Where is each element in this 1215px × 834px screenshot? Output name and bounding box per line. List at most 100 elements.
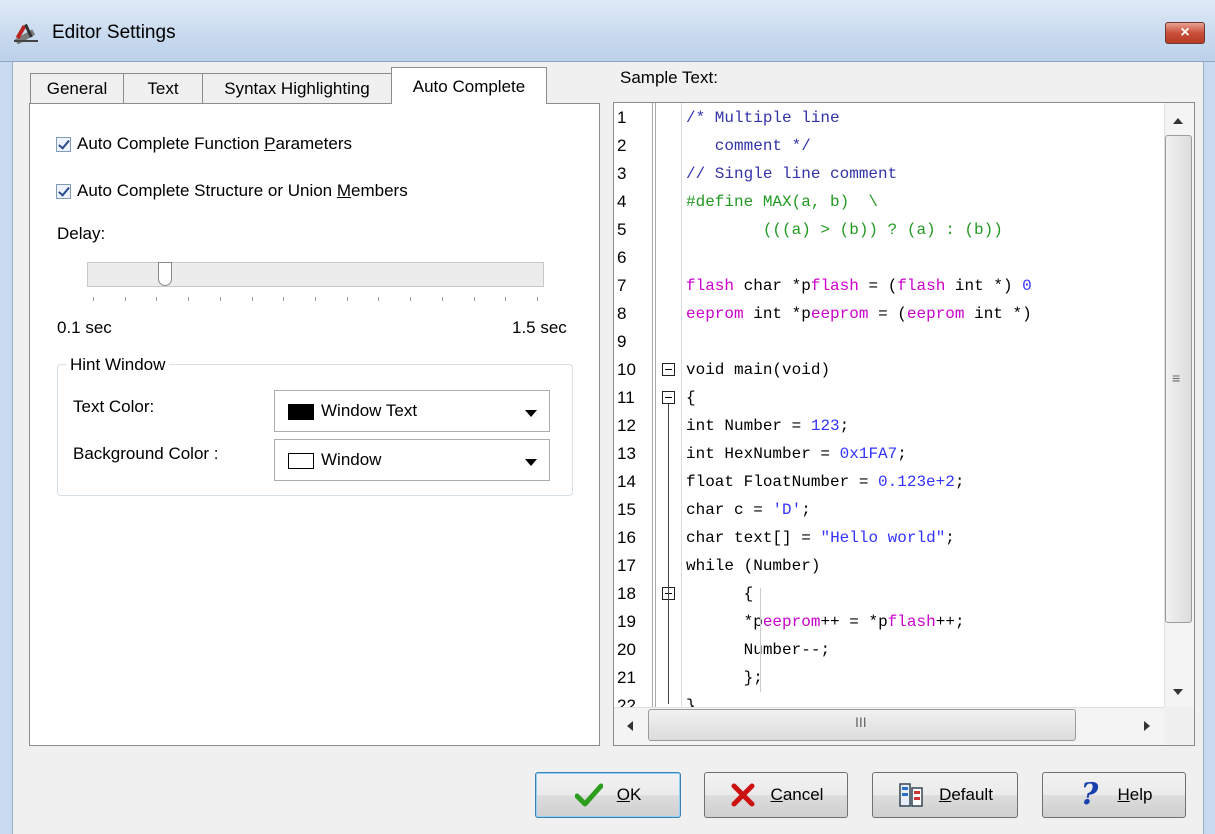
line-number: 21 xyxy=(617,668,636,687)
fold-margin-divider xyxy=(681,103,682,707)
slider-tick xyxy=(283,297,285,301)
close-icon: × xyxy=(1180,24,1190,41)
checkbox-box[interactable] xyxy=(56,136,71,152)
code-line: eeprom int *peeprom = (eeprom int *) xyxy=(686,305,1032,323)
delay-min-label: 0.1 sec xyxy=(57,318,112,337)
gutter-divider xyxy=(655,103,656,707)
code-line: int HexNumber = 0x1FA7; xyxy=(686,445,907,463)
cancel-button[interactable]: Cancel xyxy=(704,772,848,818)
line-number: 2 xyxy=(617,136,627,155)
text-color-label: Text Color: xyxy=(73,397,155,416)
check-icon xyxy=(574,781,603,809)
gutter-divider xyxy=(652,103,653,707)
line-number: 13 xyxy=(617,444,636,463)
code-line: }; xyxy=(743,669,763,687)
slider-tick xyxy=(346,297,348,301)
delay-slider-track[interactable] xyxy=(87,262,544,287)
default-settings-icon xyxy=(897,781,925,809)
window-frame-left xyxy=(0,62,13,834)
line-number: 15 xyxy=(617,500,636,519)
delay-slider-thumb[interactable] xyxy=(158,262,173,286)
chevron-down-icon[interactable] xyxy=(525,410,537,417)
slider-tick xyxy=(505,297,507,301)
line-number: 17 xyxy=(617,556,636,575)
slider-tick xyxy=(378,297,380,301)
delay-label: Delay: xyxy=(57,224,106,243)
code-line: { xyxy=(743,585,754,603)
slider-tick xyxy=(156,297,158,301)
line-number: 12 xyxy=(617,416,636,435)
question-mark-icon: ? xyxy=(1080,777,1099,812)
default-button[interactable]: Default xyxy=(872,772,1018,818)
tab-label: Text xyxy=(147,79,179,98)
text-color-value: Window Text xyxy=(321,401,418,420)
scroll-right-icon[interactable] xyxy=(1144,721,1150,731)
scroll-corner xyxy=(1164,707,1194,745)
line-number: 3 xyxy=(617,164,627,183)
line-number: 19 xyxy=(617,612,636,631)
code-line: Number--; xyxy=(686,641,831,659)
line-number: 7 xyxy=(617,276,627,295)
code-line: #define MAX(a, b) \ xyxy=(686,193,879,211)
tab-label: Syntax Highlighting xyxy=(224,79,370,98)
line-number: 18 xyxy=(617,584,636,603)
tab-syntax-highlighting[interactable]: Syntax Highlighting xyxy=(202,73,392,103)
background-color-select[interactable]: Window xyxy=(274,439,550,481)
line-number: 14 xyxy=(617,472,636,491)
fold-collapse-icon[interactable] xyxy=(662,363,675,376)
scroll-left-icon[interactable] xyxy=(627,721,633,731)
code-line: *peeprom++ = *pflash++; xyxy=(743,613,965,631)
checkbox-label: Auto Complete Structure or Union Members xyxy=(77,181,408,200)
cancel-x-icon xyxy=(729,781,757,809)
background-color-label: Background Color : xyxy=(73,444,219,463)
line-number: 4 xyxy=(617,192,627,211)
slider-tick xyxy=(251,297,253,301)
chevron-down-icon[interactable] xyxy=(525,459,537,466)
tab-general[interactable]: General xyxy=(30,73,124,103)
checkbox-label: Auto Complete Function Parameters xyxy=(77,134,352,153)
line-number: 6 xyxy=(617,248,627,267)
fold-guide xyxy=(760,588,761,692)
slider-tick xyxy=(315,297,316,301)
code-line: char text[] = "Hello world"; xyxy=(686,529,955,547)
code-line: // Single line comment xyxy=(686,165,898,183)
code-line: { xyxy=(686,389,696,407)
line-number: 8 xyxy=(617,304,627,323)
fold-guide xyxy=(668,404,669,704)
code-line: while (Number) xyxy=(686,557,821,575)
title-bar xyxy=(0,0,1215,62)
background-color-value: Window xyxy=(321,450,382,469)
slider-tick xyxy=(188,297,190,301)
help-button-label: Help xyxy=(1117,785,1153,804)
fold-collapse-icon[interactable] xyxy=(662,391,675,404)
code-line: (((a) > (b)) ? (a) : (b)) xyxy=(686,221,1003,239)
checkbox-box[interactable] xyxy=(56,183,71,199)
delay-max-label: 1.5 sec xyxy=(512,318,567,337)
slider-tick xyxy=(537,297,538,301)
auto-complete-struct-members-checkbox[interactable]: Auto Complete Structure or Union Members xyxy=(56,179,408,203)
slider-tick xyxy=(124,297,126,301)
slider-tick xyxy=(219,297,221,301)
slider-tick xyxy=(441,297,443,301)
tab-text[interactable]: Text xyxy=(123,73,203,103)
text-color-select[interactable]: Window Text xyxy=(274,390,550,432)
tab-auto-complete[interactable]: Auto Complete xyxy=(391,67,547,104)
scroll-down-icon[interactable] xyxy=(1173,689,1183,695)
default-button-label: Default xyxy=(939,785,993,804)
background-color-swatch xyxy=(288,453,314,469)
code-line: flash char *pflash = (flash int *) 0 xyxy=(686,277,1032,295)
help-button[interactable]: ? Help xyxy=(1042,772,1186,818)
line-number: 11 xyxy=(617,388,635,407)
ok-button[interactable]: OK xyxy=(535,772,681,818)
text-color-swatch xyxy=(288,404,314,420)
line-number: 5 xyxy=(617,220,627,239)
tab-label: Auto Complete xyxy=(412,77,526,96)
scroll-up-icon[interactable] xyxy=(1173,118,1183,124)
close-button[interactable]: × xyxy=(1165,22,1205,44)
auto-complete-function-parameters-checkbox[interactable]: Auto Complete Function Parameters xyxy=(56,132,352,156)
line-number: 9 xyxy=(617,332,627,351)
slider-tick xyxy=(473,297,475,301)
code-line: char c = 'D'; xyxy=(686,501,811,519)
tab-label: General xyxy=(46,79,108,98)
scroll-grip-icon: ≡ xyxy=(1172,370,1181,386)
